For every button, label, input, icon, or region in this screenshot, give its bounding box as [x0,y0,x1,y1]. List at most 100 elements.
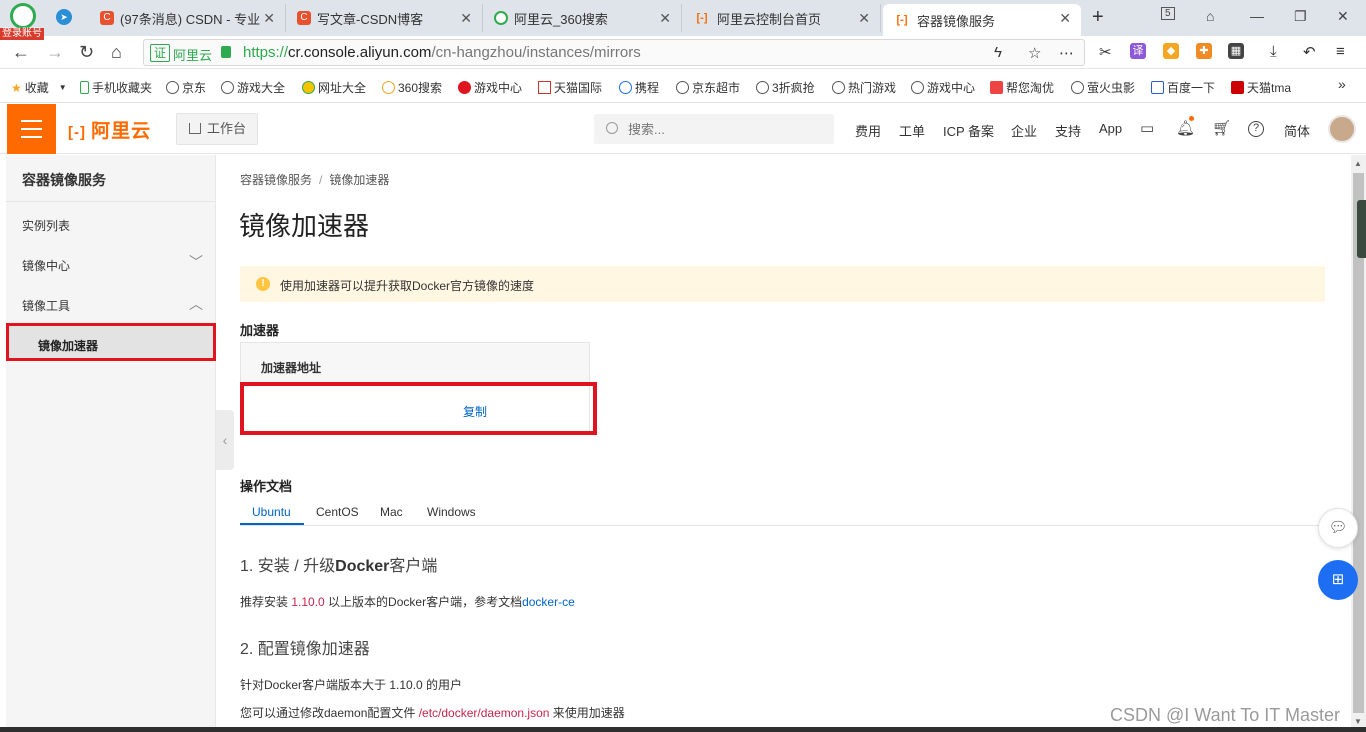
apps-float-icon[interactable]: ⊞ [1318,560,1358,600]
translate-icon[interactable]: 译 [1130,43,1146,59]
baidu-icon [1151,81,1164,94]
sidebar-item-image-center[interactable]: 镜像中心 [22,257,70,274]
back-icon[interactable]: ← [12,42,30,63]
bell-icon[interactable]: 🔔︎ [1176,119,1195,137]
bookmark-item[interactable]: 天猫tma [1231,79,1291,96]
sidebar-collapse-button[interactable]: ‹ [216,410,234,470]
active-tab-indicator [240,523,304,525]
bookmark-item[interactable]: 手机收藏夹 [80,79,152,96]
avatar[interactable] [1328,115,1356,143]
docs-tabs: Ubuntu CentOS Mac Windows [240,502,1350,526]
close-tab-icon[interactable]: ✕ [263,10,275,27]
nav-app[interactable]: App [1099,121,1122,136]
taskbar-edge [0,727,1366,732]
browser-tab-csdn[interactable]: C (97条消息) CSDN - 专业开发者社区 ✕ [90,4,286,32]
scroll-down-icon[interactable]: ▼ [1354,717,1362,726]
bookmark-item[interactable]: 百度一下 [1151,79,1215,96]
menu-icon[interactable]: ≡ [1336,43,1345,60]
hamburger-menu-icon[interactable] [7,104,56,154]
window-count-badge[interactable]: 5 [1161,7,1175,20]
lock-icon[interactable] [221,46,231,58]
bookmark-item[interactable]: 热门游戏 [832,79,896,96]
more-icon[interactable]: ⋯ [1059,44,1074,62]
shirt-icon[interactable]: ⌂ [1206,8,1214,24]
browser-logo-icon[interactable] [10,3,36,29]
url-text[interactable]: https://cr.console.aliyun.com/cn-hangzho… [243,44,641,61]
bookmark-item[interactable]: 萤火虫影 [1071,79,1135,96]
bookmark-item[interactable]: 游戏中心 [458,79,522,96]
nav-tickets[interactable]: 工单 [899,121,925,140]
bookmark-item[interactable]: 携程 [619,79,659,96]
close-tab-icon[interactable]: ✕ [460,10,472,27]
browser-tab-360-search[interactable]: 阿里云_360搜索 ✕ [484,4,682,32]
cart-icon[interactable]: 🛒︎ [1212,119,1231,137]
chevron-down-icon[interactable]: ﹀ [189,252,203,272]
telegram-icon[interactable]: ➤ [56,9,72,25]
nav-billing[interactable]: 费用 [855,121,881,140]
browser-tab-csdn-write[interactable]: C 写文章-CSDN博客 ✕ [287,4,483,32]
shield-extension-icon[interactable]: ◆ [1163,43,1179,59]
csdn-favicon-icon: C [100,11,114,25]
url-field[interactable]: 证 阿里云 https://cr.console.aliyun.com/cn-h… [143,39,1085,66]
bookmark-item[interactable]: 3折疯抢 [756,79,815,96]
browser-tab-aliyun-console[interactable]: [-] 阿里云控制台首页 ✕ [683,4,881,32]
nav-enterprise[interactable]: 企业 [1011,121,1037,140]
console-search-input[interactable] [594,114,834,144]
help-icon[interactable]: ? [1248,121,1264,137]
restore-icon[interactable]: ❐ [1294,8,1307,25]
site-icon [302,81,315,94]
tab-ubuntu[interactable]: Ubuntu [252,505,291,519]
minimize-icon[interactable]: — [1250,8,1264,24]
tab-mac[interactable]: Mac [380,505,403,519]
game-extension-icon[interactable]: ✚ [1196,43,1212,59]
browser-tab-container-registry[interactable]: [-] 容器镜像服务 ✕ [883,4,1081,36]
download-icon[interactable]: ⤓ [1270,43,1277,60]
bookmark-item[interactable]: 网址大全 [302,79,366,96]
workbench-button[interactable]: 工作台 [176,113,258,145]
apps-grid-icon[interactable]: ▦ [1228,43,1244,59]
close-tab-icon[interactable]: ✕ [659,10,671,27]
side-panel-handle[interactable] [1357,200,1366,258]
undo-icon[interactable]: ↶ [1303,43,1316,61]
tab-windows[interactable]: Windows [427,505,476,519]
chevron-up-icon[interactable]: ︿ [189,294,203,314]
bookmark-item[interactable]: 京东超市 [676,79,740,96]
certificate-icon[interactable]: 证 [150,44,171,62]
csdn-favicon-icon: C [297,11,311,25]
home-icon[interactable]: ⌂ [111,42,122,63]
reload-icon[interactable]: ↻ [79,42,94,63]
new-tab-button[interactable]: + [1092,6,1104,29]
bookmark-item[interactable]: 帮您淘优 [990,79,1054,96]
bookmark-favorites[interactable]: ★ 收藏 ▼ [11,79,67,96]
breadcrumb-item[interactable]: 容器镜像服务 [240,173,312,187]
language-switch[interactable]: 简体 [1284,121,1310,140]
scissors-icon[interactable]: ✂ [1099,43,1112,61]
close-window-icon[interactable]: ✕ [1337,8,1349,25]
bookmark-item[interactable]: 360搜索 [382,79,442,96]
sidebar-item-image-tools[interactable]: 镜像工具 [22,297,70,314]
close-tab-icon[interactable]: ✕ [1059,10,1071,27]
bookmark-item[interactable]: 天猫国际 [538,79,602,96]
terminal-icon[interactable]: ▭ [1140,119,1154,137]
lightning-icon[interactable]: ϟ [994,44,1002,61]
sidebar-item-instances[interactable]: 实例列表 [22,217,70,234]
bookmark-item[interactable]: 游戏中心 [911,79,975,96]
nav-icp[interactable]: ICP 备案 [943,121,994,140]
docker-ce-link[interactable]: docker-ce [522,595,575,609]
aliyun-logo[interactable]: [-] 阿里云 [68,116,151,143]
copy-button[interactable]: 复制 [463,403,487,420]
nav-support[interactable]: 支持 [1055,121,1081,140]
tab-centos[interactable]: CentOS [316,505,359,519]
bookmarks-overflow-button[interactable]: » [1338,76,1346,92]
login-account-badge[interactable]: 登录账号 [0,28,44,40]
step1-heading: 1. 安装 / 升级Docker客户端 [240,558,438,575]
star-icon[interactable]: ☆ [1028,44,1041,62]
bookmark-item[interactable]: 京东 [166,79,206,96]
globe-icon [221,81,234,94]
bookmark-item[interactable]: 游戏大全 [221,79,285,96]
forward-icon[interactable]: → [46,42,64,63]
scroll-up-icon[interactable]: ▲ [1354,159,1362,168]
close-tab-icon[interactable]: ✕ [858,10,870,27]
feedback-chat-icon[interactable]: 💬︎ [1318,508,1358,548]
bookmarks-bar: ★ 收藏 ▼ 手机收藏夹 京东 游戏大全 网址大全 360搜索 游戏中心 天猫国际 … [0,70,1366,103]
